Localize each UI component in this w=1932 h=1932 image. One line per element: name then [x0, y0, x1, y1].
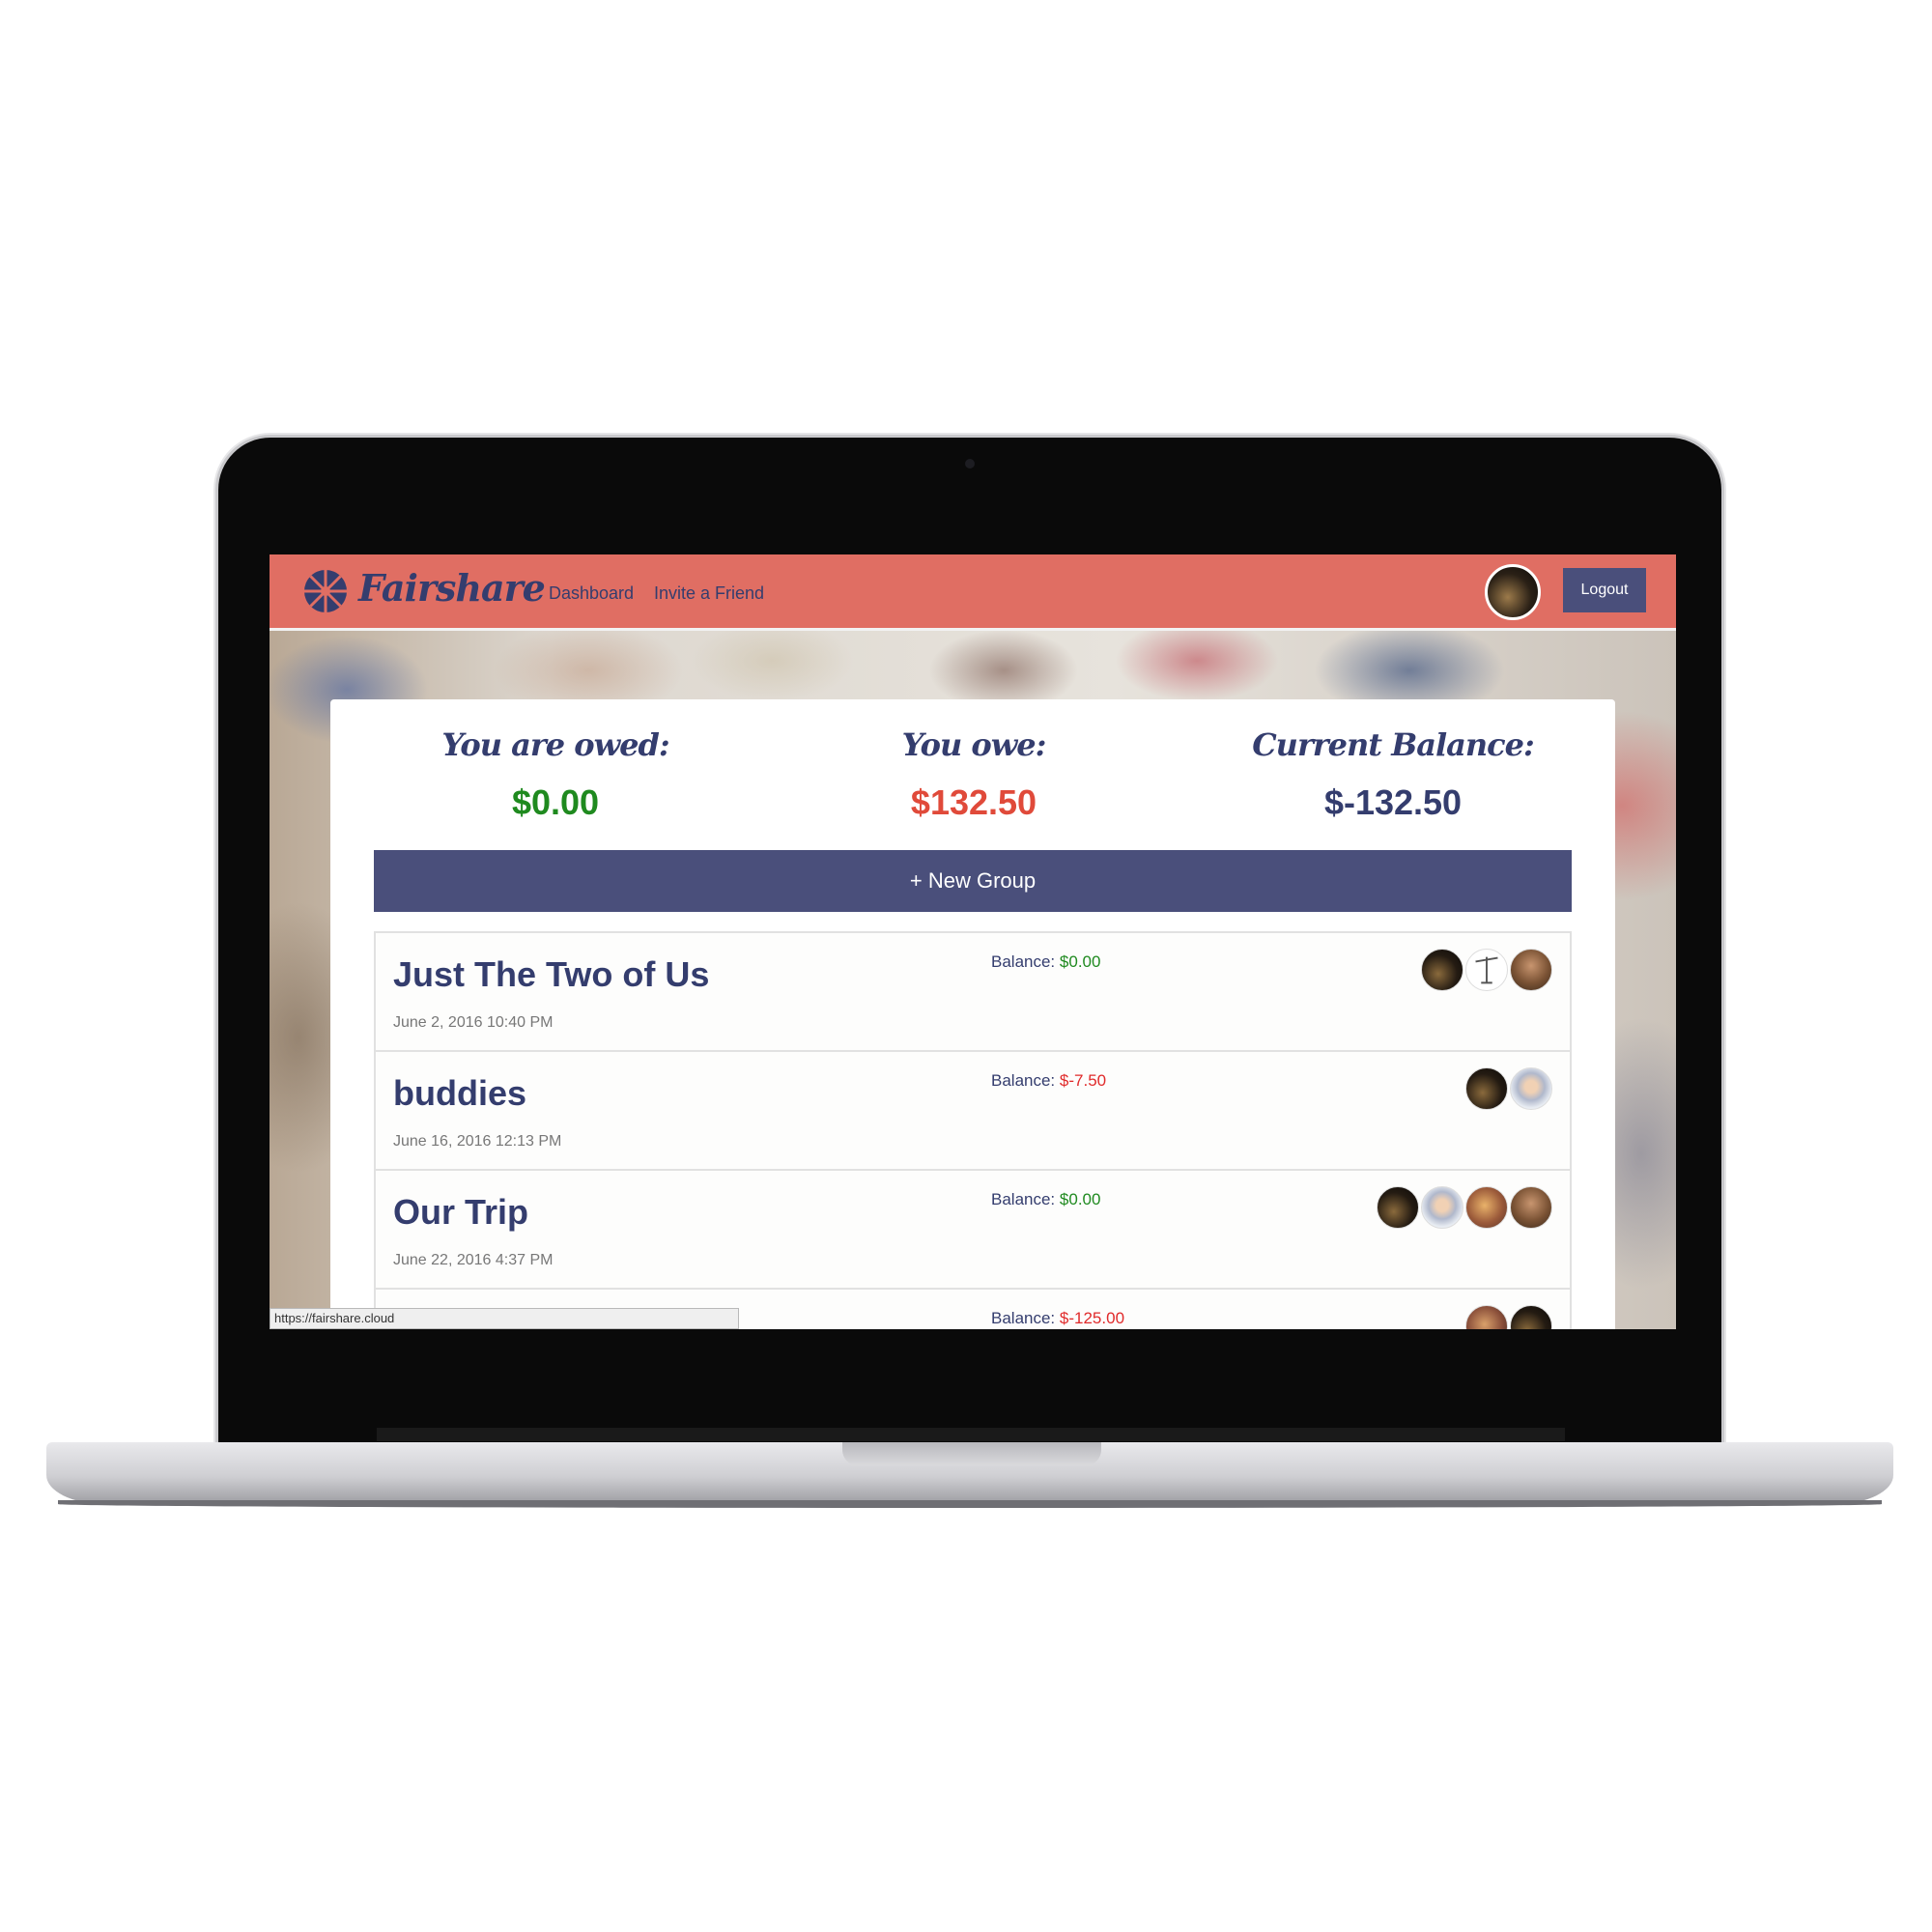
food-avatar[interactable]	[1465, 1186, 1508, 1229]
new-group-button[interactable]: + New Group	[374, 850, 1572, 912]
group-balance: Balance: $0.00	[991, 1190, 1100, 1209]
group-name[interactable]: buddies	[393, 1073, 526, 1114]
group-date: June 2, 2016 10:40 PM	[393, 1014, 554, 1031]
group-name[interactable]: Our Trip	[393, 1192, 528, 1233]
mixed-avatar[interactable]	[1465, 1305, 1508, 1329]
user-avatar[interactable]	[1485, 564, 1541, 620]
group-date: June 22, 2016 4:37 PM	[393, 1252, 554, 1268]
group-date: June 16, 2016 12:13 PM	[393, 1133, 562, 1150]
dark-photo-avatar[interactable]	[1377, 1186, 1419, 1229]
group-members	[1375, 1186, 1552, 1229]
group-members	[1419, 949, 1552, 991]
owed-value: $0.00	[511, 782, 600, 822]
owe-label: You owe:	[901, 726, 1047, 763]
group-balance-value: $-7.50	[1059, 1071, 1107, 1090]
logout-button[interactable]: Logout	[1563, 568, 1646, 612]
laptop-hinge	[377, 1428, 1565, 1441]
camera-dot	[965, 459, 975, 469]
browser-viewport: Fairshare Dashboard Invite a Friend Logo…	[270, 554, 1676, 1329]
group-list: Just The Two of Us June 2, 2016 10:40 PM…	[374, 931, 1572, 1329]
group-balance-label: Balance:	[991, 952, 1056, 971]
group-balance: Balance: $0.00	[991, 952, 1100, 972]
summary-owed: You are owed: $0.00	[353, 726, 758, 823]
dark-photo-avatar[interactable]	[1510, 1305, 1552, 1329]
group-members	[1463, 1305, 1552, 1329]
man-avatar[interactable]	[1510, 1186, 1552, 1229]
top-navbar: Fairshare Dashboard Invite a Friend Logo…	[270, 554, 1676, 631]
group-row[interactable]: Our Trip June 22, 2016 4:37 PM Balance: …	[374, 1171, 1572, 1290]
group-balance-value: $0.00	[1059, 1190, 1101, 1208]
summary-owe: You owe: $132.50	[771, 726, 1177, 823]
group-balance-value: $-125.00	[1059, 1309, 1125, 1327]
dark-photo-avatar[interactable]	[1421, 949, 1463, 991]
nav-invite-friend-link[interactable]: Invite a Friend	[654, 583, 764, 604]
nav-dashboard-link[interactable]: Dashboard	[549, 583, 634, 604]
group-balance-value: $0.00	[1059, 952, 1101, 971]
dark-photo-avatar[interactable]	[1465, 1067, 1508, 1110]
status-bar-url: https://fairshare.cloud	[270, 1308, 739, 1329]
group-balance: Balance: $-125.00	[991, 1309, 1124, 1328]
scale-avatar[interactable]	[1465, 949, 1508, 991]
man-avatar[interactable]	[1510, 949, 1552, 991]
group-balance-label: Balance:	[991, 1309, 1056, 1327]
balance-value: $-132.50	[1323, 782, 1463, 822]
laptop-notch	[842, 1442, 1101, 1465]
woman-avatar[interactable]	[1510, 1067, 1552, 1110]
summary-balance: Current Balance: $-132.50	[1190, 726, 1596, 823]
balance-summary: You are owed: $0.00 You owe: $132.50 Cur…	[330, 699, 1615, 844]
group-balance-label: Balance:	[991, 1071, 1056, 1090]
owe-value: $132.50	[910, 782, 1037, 822]
group-members	[1463, 1067, 1552, 1110]
dashboard-card: You are owed: $0.00 You owe: $132.50 Cur…	[330, 699, 1615, 1329]
laptop-base-shadow	[58, 1500, 1882, 1508]
group-name[interactable]: Just The Two of Us	[393, 954, 709, 995]
group-row[interactable]: Just The Two of Us June 2, 2016 10:40 PM…	[374, 931, 1572, 1052]
woman-avatar[interactable]	[1421, 1186, 1463, 1229]
brand-name[interactable]: Fairshare	[358, 566, 546, 610]
owed-label: You are owed:	[441, 726, 669, 763]
group-balance: Balance: $-7.50	[991, 1071, 1106, 1091]
fairshare-logo-icon[interactable]	[302, 568, 349, 614]
balance-label: Current Balance:	[1252, 726, 1535, 763]
group-row[interactable]: buddies June 16, 2016 12:13 PM Balance: …	[374, 1052, 1572, 1171]
group-balance-label: Balance:	[991, 1190, 1056, 1208]
